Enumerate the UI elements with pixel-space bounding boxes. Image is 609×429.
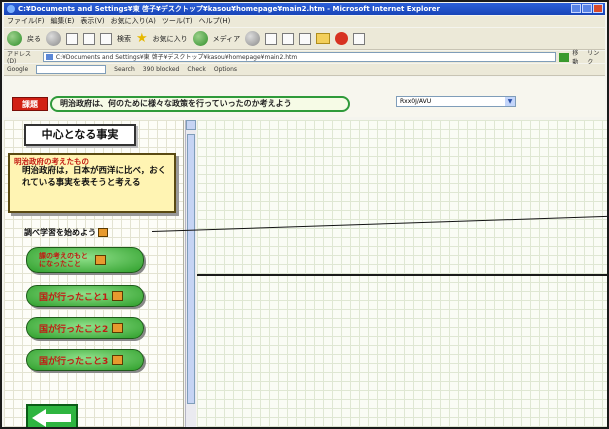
book-icon [112, 291, 124, 301]
note-heading: 明治政府の考えたもの [14, 157, 89, 166]
forward-button[interactable] [46, 31, 61, 46]
title-bar: C:¥Documents and Settings¥東 啓子¥デスクトップ¥ka… [4, 3, 605, 15]
google-search-button[interactable]: Search [114, 66, 135, 73]
topic-button-basis[interactable]: 課の考えのもとになったこと [26, 247, 144, 273]
research-start-text: 調べ学習を始めよう [24, 228, 96, 237]
folder-icon[interactable] [316, 33, 331, 44]
home-button[interactable] [100, 32, 112, 45]
edit-button[interactable] [299, 32, 312, 45]
back-label: 戻る [27, 34, 41, 43]
menu-view[interactable]: 表示(V) [80, 16, 104, 27]
note-body: 明治政府は，日本が西洋に比べ，おくれている事実を表そうと考える [22, 166, 167, 188]
spell-check-button[interactable]: Check [187, 66, 205, 73]
address-input[interactable]: C:¥Documents and Settings¥東 啓子¥デスクトップ¥ka… [42, 52, 557, 62]
toolbar: 戻る 検索 ★ お気に入り メディア [4, 28, 605, 50]
print-button[interactable] [282, 32, 295, 45]
minimize-button[interactable] [571, 4, 581, 13]
address-label: アドレス(D) [7, 51, 32, 65]
window-controls [571, 4, 603, 13]
mail-button[interactable] [265, 32, 278, 45]
stop-button[interactable] [66, 32, 78, 45]
favorites-button[interactable]: お気に入り [153, 34, 188, 44]
content-divider [197, 274, 607, 276]
popup-blocked-count[interactable]: 390 blocked [143, 66, 180, 73]
address-bar: アドレス(D) C:¥Documents and Settings¥東 啓子¥デ… [4, 50, 605, 66]
close-button[interactable] [593, 4, 603, 13]
menu-tools[interactable]: ツール(T) [162, 16, 193, 27]
go-button[interactable] [559, 52, 570, 62]
menu-help[interactable]: ヘルプ(H) [199, 16, 231, 27]
google-options-button[interactable]: Options [214, 66, 237, 73]
research-book-icon[interactable] [98, 228, 108, 237]
core-facts-title: 中心となる事実 [24, 124, 136, 146]
page-select-dropdown[interactable]: Rxx0J/AVU [396, 96, 516, 107]
discuss-button[interactable] [353, 32, 366, 45]
topic-button-action-2[interactable]: 国が行ったこと2 [26, 317, 144, 339]
browser-window: C:¥Documents and Settings¥東 啓子¥デスクトップ¥ka… [0, 0, 609, 429]
window-title: C:¥Documents and Settings¥東 啓子¥デスクトップ¥ka… [18, 5, 440, 13]
scroll-up-button[interactable] [186, 120, 196, 130]
topic-label: 国が行ったこと1 [39, 292, 109, 303]
media-button[interactable]: メディア [213, 34, 241, 44]
book-icon [112, 355, 124, 365]
menu-edit[interactable]: 編集(E) [51, 16, 75, 27]
question-banner: 明治政府は、何のために様々な政策を行っていったのか考えよう [50, 96, 350, 112]
maximize-button[interactable] [582, 4, 592, 13]
content-grid-area [197, 120, 607, 427]
core-facts-note: 明治政府の考えたもの 明治政府は，日本が西洋に比べ，おくれている事実を表そうと考… [8, 153, 176, 213]
messenger-icon[interactable] [335, 32, 349, 45]
google-search-input[interactable] [36, 65, 107, 74]
topic-button-action-1[interactable]: 国が行ったこと1 [26, 285, 144, 307]
topic-button-action-3[interactable]: 国が行ったこと3 [26, 349, 144, 371]
research-start-label[interactable]: 調べ学習を始めよう [24, 227, 108, 238]
book-icon [95, 255, 106, 265]
topic-label: 課の考えのもとになったこと [39, 252, 88, 268]
ie-logo-icon [7, 5, 15, 13]
menu-bar: ファイル(F) 編集(E) 表示(V) お気に入り(A) ツール(T) ヘルプ(… [4, 16, 605, 27]
media-icon[interactable] [192, 31, 208, 46]
search-button[interactable]: 検索 [117, 34, 131, 44]
topic-label: 国が行ったこと3 [39, 356, 109, 367]
topic-label: 国が行ったこと2 [39, 324, 109, 335]
back-arrow-button[interactable] [26, 404, 78, 427]
refresh-button[interactable] [83, 32, 95, 45]
assignment-badge: 課題 [12, 97, 48, 111]
back-button[interactable] [7, 31, 22, 46]
menu-file[interactable]: ファイル(F) [7, 16, 45, 27]
book-icon [112, 323, 124, 333]
left-panel-scrollbar[interactable] [185, 120, 196, 427]
google-logo: Google [7, 66, 29, 73]
left-panel: 中心となる事実 明治政府の考えたもの 明治政府は，日本が西洋に比べ，おくれている… [4, 120, 184, 427]
favorites-star-icon[interactable]: ★ [136, 32, 148, 45]
history-icon[interactable] [245, 31, 261, 46]
google-toolbar: Google Search 390 blocked Check Options [4, 64, 605, 76]
page-header: 課題 明治政府は、何のために様々な政策を行っていったのか考えよう Rxx0J/A… [4, 77, 605, 117]
scroll-thumb[interactable] [187, 134, 195, 404]
menu-favorites[interactable]: お気に入り(A) [111, 16, 156, 27]
